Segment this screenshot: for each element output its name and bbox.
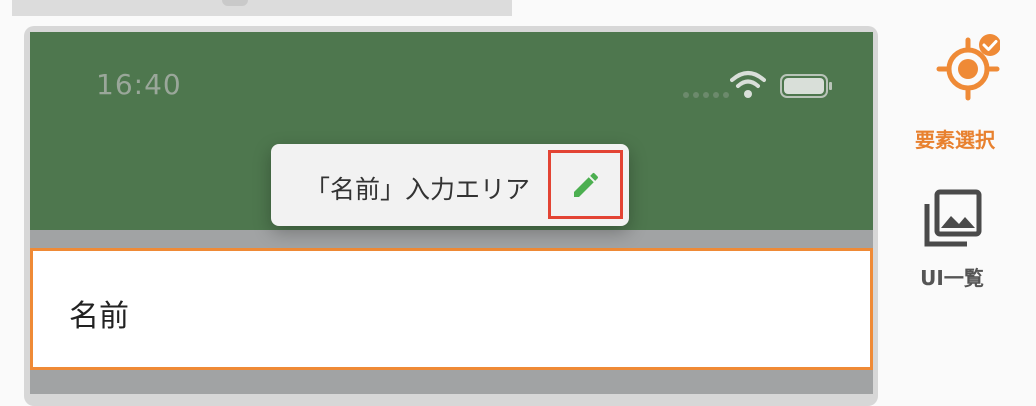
top-strip <box>12 0 512 16</box>
sidebar-item-label: UI一覧 <box>920 266 984 290</box>
status-time: 16:40 <box>96 68 182 101</box>
element-tooltip: 「名前」入力エリア <box>271 144 629 226</box>
pencil-icon <box>573 172 598 197</box>
sidebar-item-ui-list[interactable]: UI一覧 <box>892 186 1012 291</box>
image-gallery-icon <box>924 189 982 247</box>
name-input-area[interactable]: 名前 <box>30 248 873 370</box>
name-field-label: 名前 <box>69 299 129 334</box>
sidebar-item-label: 要素選択 <box>915 128 995 152</box>
wifi-icon <box>730 71 766 98</box>
battery-icon <box>780 74 832 98</box>
sidebar-item-element-select[interactable]: 要素選択 <box>895 34 1015 153</box>
top-strip-handle <box>222 0 248 6</box>
tooltip-label: 「名前」入力エリア <box>305 175 531 204</box>
signal-icon <box>683 92 729 98</box>
target-check-icon <box>936 34 1001 101</box>
edit-button[interactable] <box>548 150 623 219</box>
